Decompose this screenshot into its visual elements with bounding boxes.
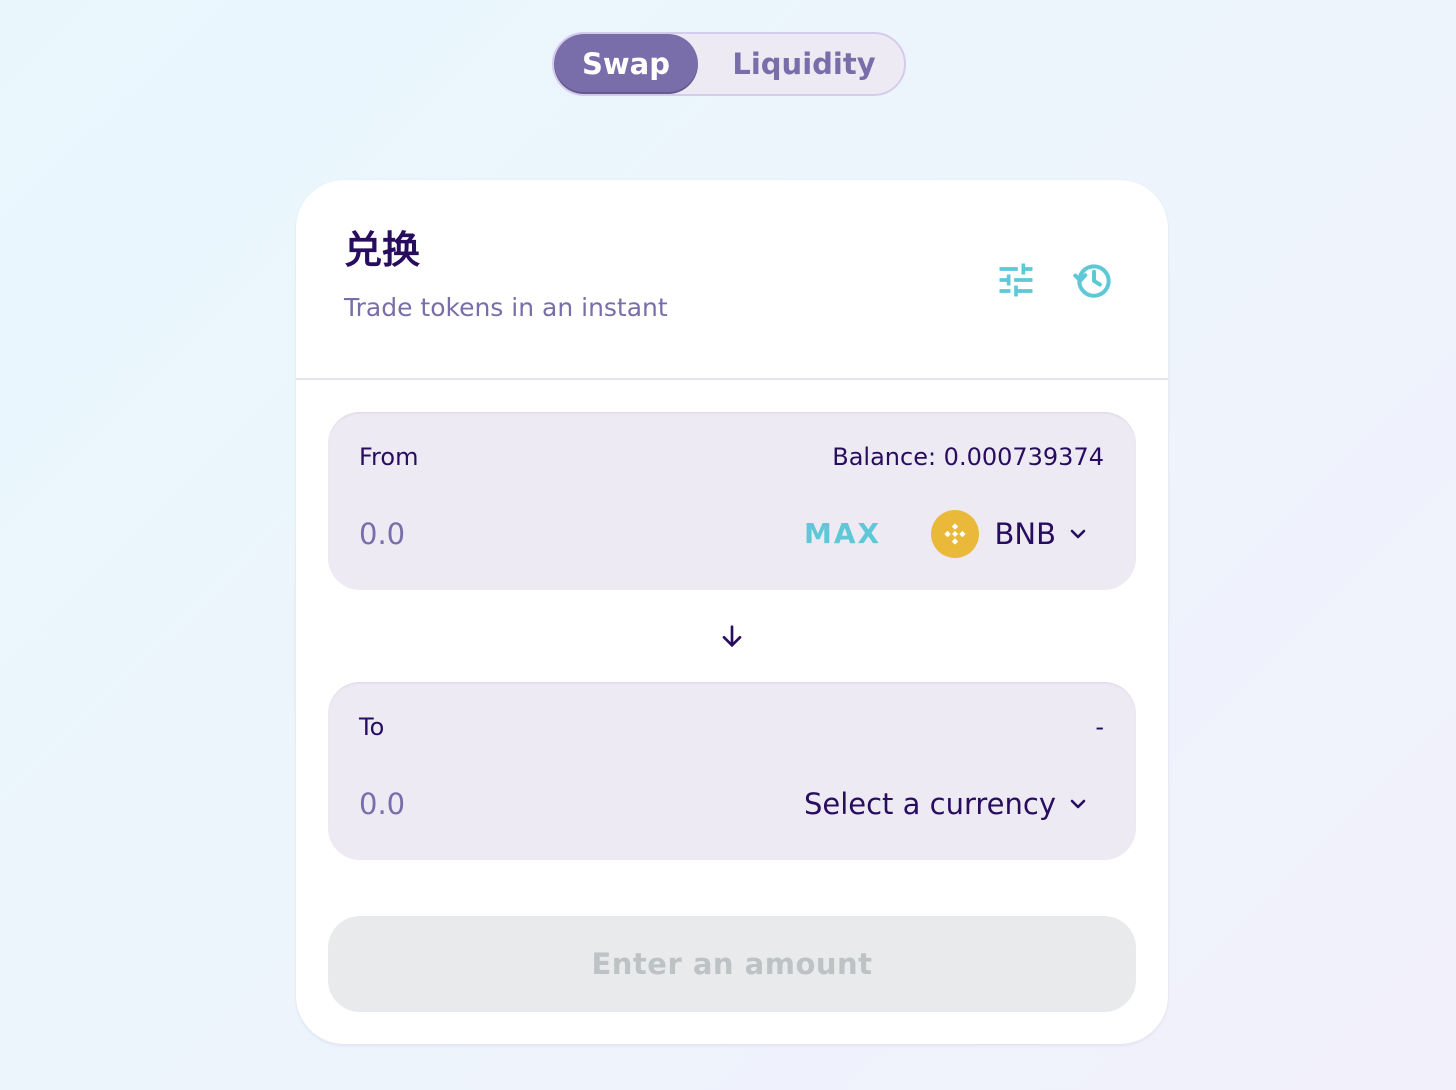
from-panel: From Balance: 0.000739374 MAX BNB: [328, 412, 1136, 590]
enter-amount-button[interactable]: Enter an amount: [328, 916, 1136, 1012]
swap-card: 兑换 Trade tokens in an instant From Balan…: [296, 180, 1168, 1044]
history-icon[interactable]: [1072, 258, 1116, 302]
tab-liquidity[interactable]: Liquidity: [704, 34, 904, 94]
from-currency-select[interactable]: BNB: [930, 508, 1090, 560]
header-divider: [296, 378, 1168, 380]
to-balance: -: [1095, 713, 1104, 741]
to-label: To: [359, 713, 385, 741]
switch-direction-arrow-icon[interactable]: [716, 620, 748, 652]
to-panel: To - Select a currency: [328, 682, 1136, 860]
settings-icon[interactable]: [994, 258, 1038, 302]
bnb-logo-icon: [930, 510, 979, 558]
max-button[interactable]: MAX: [804, 514, 881, 554]
from-token-symbol: BNB: [994, 517, 1056, 551]
to-amount-input[interactable]: [359, 784, 759, 824]
from-label: From: [359, 443, 419, 471]
from-balance: Balance: 0.000739374: [832, 443, 1104, 471]
chevron-down-icon: [1070, 529, 1086, 539]
card-title: 兑换: [344, 228, 421, 272]
from-amount-input[interactable]: [359, 514, 759, 554]
chevron-down-icon: [1070, 799, 1086, 809]
to-currency-select[interactable]: Select a currency: [804, 778, 1090, 830]
select-currency-label: Select a currency: [803, 787, 1056, 821]
card-subtitle: Trade tokens in an instant: [344, 293, 668, 322]
tab-swap[interactable]: Swap: [554, 34, 698, 94]
swap-liquidity-toggle: Swap Liquidity: [552, 32, 906, 96]
